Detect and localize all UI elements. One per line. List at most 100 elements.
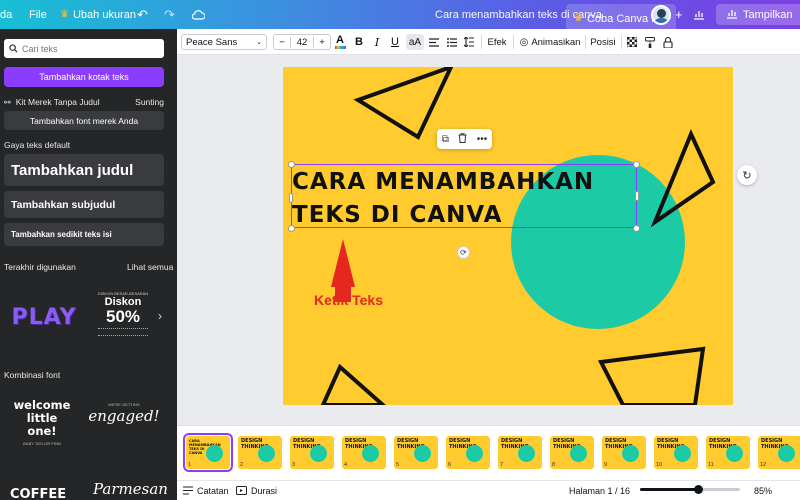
page-thumbnail[interactable]: DESIGN THINKING 3 bbox=[290, 436, 334, 469]
page-thumbnail[interactable]: DESIGN THINKING 5 bbox=[394, 436, 438, 469]
rotate-handle-icon[interactable]: ⟳ bbox=[457, 246, 470, 259]
paint-roller-icon[interactable] bbox=[644, 34, 656, 50]
page-thumbnail[interactable]: DESIGN THINKING 9 bbox=[602, 436, 646, 469]
recent-font-discount[interactable]: DISKON BESAR-BESARAN Diskon 50% bbox=[92, 287, 154, 347]
duplicate-icon[interactable]: ⧉ bbox=[442, 134, 449, 145]
avatar[interactable] bbox=[651, 4, 671, 25]
decrease-size-button[interactable]: − bbox=[274, 37, 290, 48]
page-thumbnail[interactable]: DESIGN THINKING 6 bbox=[446, 436, 490, 469]
add-collaborator-icon[interactable]: + bbox=[675, 0, 683, 29]
zoom-slider-knob[interactable] bbox=[694, 485, 703, 494]
combo-engaged-text: engaged! bbox=[88, 407, 160, 425]
page-thumbnail[interactable]: DESIGN THINKING 10 bbox=[654, 436, 698, 469]
page-thumbnail[interactable]: DESIGN THINKING 4 bbox=[342, 436, 386, 469]
spacing-icon[interactable] bbox=[462, 34, 476, 50]
menu-label-partial[interactable]: da bbox=[0, 0, 12, 29]
align-left-icon[interactable] bbox=[427, 34, 441, 50]
thumb-circle bbox=[466, 445, 483, 462]
more-options-icon[interactable]: ••• bbox=[477, 134, 488, 145]
underline-button[interactable]: U bbox=[387, 34, 403, 50]
resize-handle-tl[interactable] bbox=[288, 161, 295, 168]
present-button[interactable]: Tampilkan bbox=[716, 4, 800, 25]
combo-coffee[interactable]: COFFEE bbox=[10, 487, 66, 500]
analytics-icon[interactable] bbox=[693, 0, 705, 29]
combo-welcome[interactable]: welcome little one! BABY TAYLOR FINN bbox=[6, 398, 78, 447]
thumb-circle bbox=[362, 445, 379, 462]
lock-icon[interactable] bbox=[662, 34, 674, 50]
recent-font-play[interactable]: PLAY bbox=[4, 287, 84, 347]
crown-icon: ♛ bbox=[60, 9, 69, 20]
thumb-number: 6 bbox=[448, 462, 452, 468]
add-brand-font-button[interactable]: Tambahkan font merek Anda bbox=[4, 111, 164, 130]
cloud-save-icon[interactable] bbox=[192, 0, 205, 29]
refresh-icon[interactable]: ↻ bbox=[737, 165, 757, 185]
page-indicator[interactable]: Halaman 1 / 16 bbox=[569, 484, 630, 498]
zoom-slider[interactable] bbox=[640, 485, 740, 494]
italic-button[interactable]: I bbox=[369, 34, 385, 50]
brand-kit-label: Kit Merek Tanpa Judul bbox=[15, 97, 100, 107]
resize-handle-bl[interactable] bbox=[288, 225, 295, 232]
trash-icon[interactable] bbox=[458, 132, 467, 146]
duration-button[interactable]: Durasi bbox=[236, 484, 277, 498]
resize-handle-tr[interactable] bbox=[633, 161, 640, 168]
annotation-text: Ketik Teks bbox=[314, 292, 383, 308]
undo-icon[interactable]: ↶ bbox=[137, 0, 148, 29]
resize-handle-left[interactable] bbox=[289, 193, 293, 203]
font-size-value[interactable]: 42 bbox=[290, 36, 314, 48]
bold-button[interactable]: B bbox=[351, 34, 367, 50]
animate-button[interactable]: ◎ Animasikan bbox=[520, 34, 581, 50]
notes-label: Catatan bbox=[197, 486, 229, 496]
chevron-right-icon[interactable]: › bbox=[158, 309, 162, 323]
combo-engaged[interactable]: WE'RE GETTING engaged! bbox=[88, 402, 160, 425]
resize-handle-right[interactable] bbox=[635, 191, 639, 201]
thumb-circle bbox=[310, 445, 327, 462]
page-thumbnail[interactable]: DESIGN THINKING 7 bbox=[498, 436, 542, 469]
thumb-circle bbox=[570, 445, 587, 462]
thumb-number: 5 bbox=[396, 462, 400, 468]
page-thumbnail[interactable]: DESIGN THINKING 8 bbox=[550, 436, 594, 469]
text-color-button[interactable]: A bbox=[332, 34, 348, 50]
brand-kit-edit-link[interactable]: Sunting bbox=[135, 97, 164, 107]
increase-size-button[interactable]: + bbox=[314, 37, 330, 48]
add-body-text-button[interactable]: Tambahkan sedikit teks isi bbox=[4, 223, 164, 246]
add-textbox-button[interactable]: Tambahkan kotak teks bbox=[4, 67, 164, 87]
design-page[interactable] bbox=[283, 67, 733, 405]
brand-kit-row: ⚯ Kit Merek Tanpa Judul Sunting bbox=[4, 95, 164, 109]
chevron-up-icon[interactable]: ⌃ bbox=[507, 426, 537, 428]
thumb-number: 10 bbox=[656, 462, 663, 468]
triangle-top-left bbox=[353, 67, 454, 140]
page-graphics bbox=[320, 67, 716, 405]
thumb-number: 4 bbox=[344, 462, 348, 468]
combo-welcome-text: welcome little one! bbox=[13, 398, 71, 438]
font-size-stepper[interactable]: − 42 + bbox=[273, 34, 331, 50]
notes-button[interactable]: Catatan bbox=[183, 484, 229, 498]
search-input[interactable] bbox=[22, 43, 152, 54]
file-menu[interactable]: File bbox=[29, 0, 47, 29]
text-panel: Tambahkan kotak teks ⚯ Kit Merek Tanpa J… bbox=[0, 29, 177, 500]
animate-label: Animasikan bbox=[531, 36, 581, 48]
page-thumbnail[interactable]: CARA MENAMBAHKAN TEKS DI CANVA 1 bbox=[183, 433, 233, 472]
add-subheading-button[interactable]: Tambahkan subjudul bbox=[4, 191, 164, 218]
page-thumbnail[interactable]: DESIGN THINKING 12 bbox=[758, 436, 800, 469]
font-family-select[interactable]: Peace Sans ⌄ bbox=[181, 34, 267, 50]
page-thumbnail[interactable]: DESIGN THINKING 2 bbox=[238, 436, 282, 469]
search-box[interactable] bbox=[4, 39, 164, 58]
letter-case-button[interactable]: aA bbox=[406, 34, 424, 50]
position-button[interactable]: Posisi bbox=[590, 34, 616, 50]
effects-button[interactable]: Efek bbox=[487, 34, 507, 50]
zoom-level[interactable]: 85% bbox=[754, 484, 772, 498]
play-text: PLAY bbox=[11, 304, 77, 330]
resize-button[interactable]: ♛ Ubah ukuran bbox=[60, 0, 136, 29]
add-heading-button[interactable]: Tambahkan judul bbox=[4, 154, 164, 186]
duration-label: Durasi bbox=[251, 486, 278, 496]
selection-box bbox=[291, 164, 637, 228]
resize-handle-br[interactable] bbox=[633, 225, 640, 232]
see-all-link[interactable]: Lihat semua bbox=[127, 262, 173, 272]
combo-parmesan[interactable]: Parmesan bbox=[93, 480, 168, 498]
color-swatch bbox=[334, 46, 346, 49]
redo-icon[interactable]: ↷ bbox=[164, 0, 175, 29]
transparency-icon[interactable] bbox=[626, 34, 638, 50]
chevron-down-icon: ⌄ bbox=[256, 39, 262, 46]
page-thumbnail[interactable]: DESIGN THINKING 11 bbox=[706, 436, 750, 469]
list-icon[interactable] bbox=[445, 34, 459, 50]
